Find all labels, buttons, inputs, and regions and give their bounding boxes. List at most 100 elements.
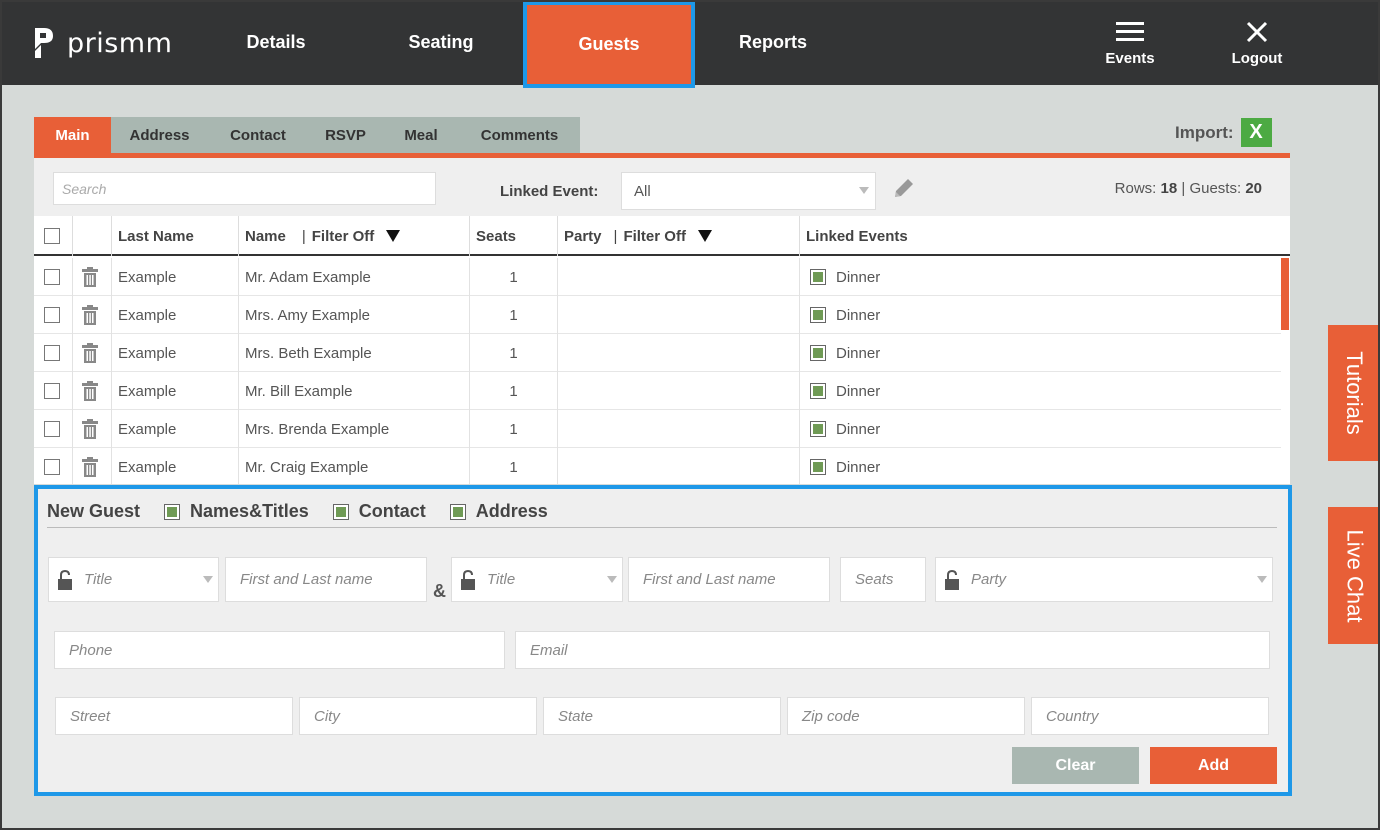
last-name-header[interactable]: Last Name <box>112 216 239 256</box>
last-name-cell: Example <box>112 448 239 484</box>
title-select-1[interactable]: Title <box>48 557 219 602</box>
row-checkbox[interactable] <box>44 345 60 361</box>
select-all-checkbox[interactable] <box>44 228 60 244</box>
row-checkbox[interactable] <box>44 383 60 399</box>
row-checkbox[interactable] <box>44 307 60 323</box>
filter-triangle-icon[interactable] <box>386 230 401 242</box>
tab-comments[interactable]: Comments <box>459 117 580 153</box>
seats-cell: 1 <box>470 296 558 334</box>
table-row[interactable]: Example Mr. Adam Example 1 Dinner <box>34 258 1281 296</box>
row-checkbox[interactable] <box>44 421 60 437</box>
unlock-icon[interactable] <box>945 569 959 590</box>
tab-meal[interactable]: Meal <box>383 117 459 153</box>
tutorials-tab[interactable]: Tutorials <box>1328 325 1380 461</box>
linked-event-select[interactable]: All <box>621 172 876 210</box>
menu-icon <box>1116 22 1144 41</box>
tab-contact[interactable]: Contact <box>208 117 308 153</box>
excel-import-icon[interactable]: X <box>1240 118 1272 147</box>
zip-code-field[interactable]: Zip code <box>787 697 1025 735</box>
logo[interactable]: prismm <box>33 26 172 60</box>
chevron-down-icon <box>607 576 617 583</box>
name-cell: Mr. Adam Example <box>239 258 470 296</box>
nav-reports[interactable]: Reports <box>700 0 846 85</box>
filter-triangle-icon[interactable] <box>697 230 712 242</box>
pencil-icon[interactable] <box>892 176 916 200</box>
party-header[interactable]: Party | Filter Off <box>558 216 800 256</box>
clear-button[interactable]: Clear <box>1012 747 1139 784</box>
checkbox-checked-icon[interactable] <box>164 503 181 520</box>
name-field-1[interactable]: First and Last name <box>225 557 427 602</box>
name-filter-label[interactable]: Filter Off <box>312 228 375 245</box>
row-select-cell <box>34 448 73 484</box>
title-select-2[interactable]: Title <box>451 557 623 602</box>
country-field[interactable]: Country <box>1031 697 1269 735</box>
live-chat-tab[interactable]: Live Chat <box>1328 507 1380 644</box>
trash-icon[interactable] <box>82 457 98 477</box>
event-checkbox-checked-icon[interactable] <box>810 345 826 361</box>
city-field[interactable]: City <box>299 697 537 735</box>
add-button[interactable]: Add <box>1150 747 1277 784</box>
event-checkbox-checked-icon[interactable] <box>810 383 826 399</box>
tab-address[interactable]: Address <box>111 117 208 153</box>
option-address[interactable]: Address <box>449 501 548 522</box>
title-placeholder: Title <box>84 571 113 588</box>
phone-field[interactable]: Phone <box>54 631 505 669</box>
table-row[interactable]: Example Mrs. Beth Example 1 Dinner <box>34 334 1281 372</box>
linked-events-cell: Dinner <box>800 410 1280 448</box>
name-cell: Mrs. Brenda Example <box>239 410 470 448</box>
party-select[interactable]: Party <box>935 557 1273 602</box>
row-select-cell <box>34 258 73 296</box>
party-placeholder: Party <box>971 571 1007 588</box>
trash-icon[interactable] <box>82 343 98 363</box>
state-field[interactable]: State <box>543 697 781 735</box>
table-row[interactable]: Example Mr. Craig Example 1 Dinner <box>34 448 1281 484</box>
logout-button[interactable]: Logout <box>1212 18 1302 67</box>
option-label: Names&Titles <box>190 501 309 521</box>
event-checkbox-checked-icon[interactable] <box>810 307 826 323</box>
nav-guests[interactable]: Guests <box>523 1 695 88</box>
name-cell: Mr. Craig Example <box>239 448 470 484</box>
party-cell <box>558 410 800 448</box>
trash-icon[interactable] <box>82 419 98 439</box>
events-button[interactable]: Events <box>1085 18 1175 67</box>
seats-field[interactable]: Seats <box>840 557 926 602</box>
email-field[interactable]: Email <box>515 631 1270 669</box>
linked-events-cell: Dinner <box>800 258 1280 296</box>
row-select-cell <box>34 296 73 334</box>
title-placeholder: Title <box>487 571 516 588</box>
tab-rsvp[interactable]: RSVP <box>308 117 383 153</box>
checkbox-checked-icon[interactable] <box>332 503 349 520</box>
rows-label: Rows: <box>1114 180 1157 197</box>
party-cell <box>558 258 800 296</box>
tab-main[interactable]: Main <box>34 117 111 153</box>
street-field[interactable]: Street <box>55 697 293 735</box>
linked-events-header[interactable]: Linked Events <box>800 216 1290 256</box>
event-checkbox-checked-icon[interactable] <box>810 269 826 285</box>
search-input[interactable]: Search <box>53 172 436 205</box>
event-checkbox-checked-icon[interactable] <box>810 459 826 475</box>
row-checkbox[interactable] <box>44 269 60 285</box>
nav-details[interactable]: Details <box>205 0 347 85</box>
option-names-titles[interactable]: Names&Titles <box>164 501 309 522</box>
table-row[interactable]: Example Mr. Bill Example 1 Dinner <box>34 372 1281 410</box>
trash-icon[interactable] <box>82 381 98 401</box>
name-header[interactable]: Name | Filter Off <box>239 216 470 256</box>
name-field-2[interactable]: First and Last name <box>628 557 830 602</box>
row-checkbox[interactable] <box>44 459 60 475</box>
trash-icon[interactable] <box>82 267 98 287</box>
option-contact[interactable]: Contact <box>332 501 426 522</box>
chevron-down-icon <box>859 187 869 194</box>
table-row[interactable]: Example Mrs. Amy Example 1 Dinner <box>34 296 1281 334</box>
trash-icon[interactable] <box>82 305 98 325</box>
nav-seating[interactable]: Seating <box>370 0 512 85</box>
name-cell: Mr. Bill Example <box>239 372 470 410</box>
table-scrollbar[interactable] <box>1281 258 1289 330</box>
party-filter-label[interactable]: Filter Off <box>623 228 686 245</box>
seats-header[interactable]: Seats <box>470 216 558 256</box>
unlock-icon[interactable] <box>58 569 72 590</box>
unlock-icon[interactable] <box>461 569 475 590</box>
event-checkbox-checked-icon[interactable] <box>810 421 826 437</box>
table-row[interactable]: Example Mrs. Brenda Example 1 Dinner <box>34 410 1281 448</box>
checkbox-checked-icon[interactable] <box>449 503 466 520</box>
last-name-cell: Example <box>112 334 239 372</box>
